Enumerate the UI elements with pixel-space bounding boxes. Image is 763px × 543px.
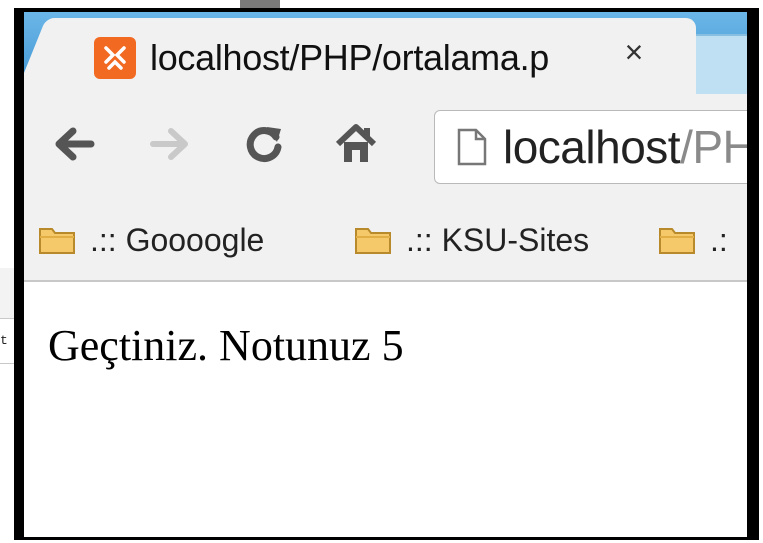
bookmark-folder-3[interactable]: .:: [658, 218, 728, 262]
result-message: Geçtiniz. Notunuz 5: [48, 321, 404, 370]
url-path: /PH: [680, 121, 756, 173]
xampp-icon: [94, 37, 136, 79]
page-icon: [457, 128, 487, 166]
forward-button[interactable]: [142, 116, 198, 172]
folder-icon: [355, 228, 391, 254]
url-host: localhost: [503, 121, 681, 173]
bookmarks-bar: .:: Goooogle .:: KSU-Sites .:: [24, 196, 747, 282]
reload-icon: [246, 127, 282, 163]
browser-window: localhost/PHP/ortalama.p × localhost /PH…: [14, 8, 759, 540]
tab-strip: localhost/PHP/ortalama.p ×: [24, 12, 747, 98]
tab-title: localhost/PHP/ortalama.p: [150, 37, 549, 78]
bookmark-label: .:: [710, 221, 728, 258]
navigation-toolbar: localhost/PH: [24, 94, 747, 196]
bookmark-goooogle[interactable]: .:: Goooogle: [38, 218, 264, 262]
back-button[interactable]: [46, 116, 102, 172]
page-content: Geçtiniz. Notunuz 5: [24, 282, 747, 537]
bookmark-label: .:: KSU-Sites: [406, 221, 590, 258]
arrow-right-icon: [150, 128, 188, 160]
home-button[interactable]: [328, 116, 384, 172]
bookmark-ksu-sites[interactable]: .:: KSU-Sites: [354, 218, 589, 262]
folder-icon: [39, 228, 75, 254]
address-bar[interactable]: localhost/PH: [434, 110, 756, 184]
tab-active[interactable]: localhost/PHP/ortalama.p ×: [56, 18, 696, 98]
bookmark-label: .:: Goooogle: [90, 221, 265, 258]
reload-button[interactable]: [236, 116, 292, 172]
folder-icon: [659, 228, 695, 254]
tab-close-button[interactable]: ×: [616, 32, 652, 72]
home-icon: [335, 124, 377, 162]
arrow-left-icon: [55, 127, 95, 161]
background-window-edge: [240, 0, 280, 8]
